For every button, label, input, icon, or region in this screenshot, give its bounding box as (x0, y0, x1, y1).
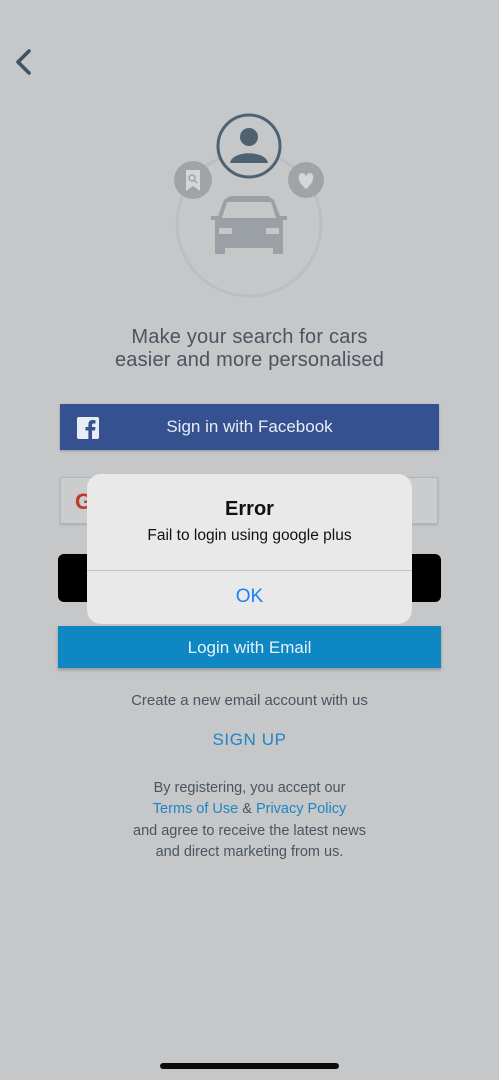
alert-ok-label: OK (235, 586, 264, 607)
tagline-line-1: Make your search for cars (131, 326, 368, 348)
legal-ampersand: & (242, 801, 252, 817)
legal-line-2: Terms of Use & Privacy Policy (0, 801, 499, 817)
heart-icon (288, 162, 324, 198)
tagline-line-2: easier and more personalised (114, 349, 385, 371)
alert-message: Fail to login using google plus (147, 527, 352, 544)
facebook-signin-button[interactable]: Sign in with Facebook (60, 404, 439, 450)
terms-of-use-link[interactable]: Terms of Use (153, 801, 238, 817)
alert-title: Error (225, 498, 274, 520)
home-indicator[interactable] (160, 1063, 339, 1069)
login-with-email-label: Login with Email (187, 638, 312, 657)
facebook-signin-label: Sign in with Facebook (166, 417, 333, 436)
user-icon (216, 113, 282, 179)
legal-line-1: By registering, you accept our (153, 780, 346, 796)
error-alert-dialog: Error Fail to login using google plus OK (87, 474, 412, 624)
hero-illustration (174, 113, 324, 298)
alert-ok-button[interactable]: OK (87, 571, 412, 624)
bookmark-search-icon (174, 161, 212, 199)
legal-line-4: and direct marketing from us. (155, 844, 344, 860)
car-icon (211, 196, 287, 254)
privacy-policy-link[interactable]: Privacy Policy (256, 801, 346, 817)
create-account-prompt: Create a new email account with us (131, 692, 368, 709)
sign-up-link[interactable]: SIGN UP (0, 730, 499, 750)
login-with-email-button[interactable]: Login with Email (58, 626, 441, 668)
legal-line-3: and agree to receive the latest news (133, 823, 366, 839)
